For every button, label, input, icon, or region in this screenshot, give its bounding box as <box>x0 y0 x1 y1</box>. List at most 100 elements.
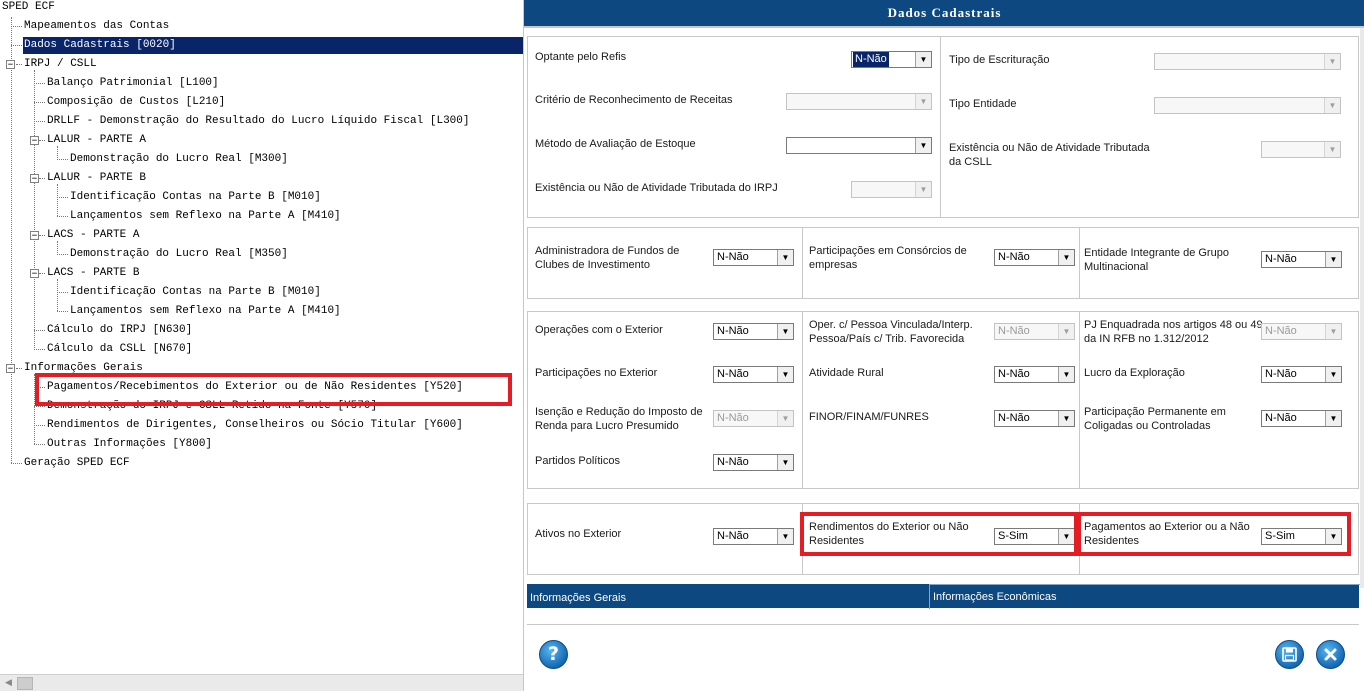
vertical-scrollbar[interactable] <box>1360 28 1364 588</box>
label-pj-enquadrada: PJ Enquadrada nos artigos 48 ou 49 da IN… <box>1084 319 1263 345</box>
scroll-left-arrow-icon[interactable]: ◀ <box>0 675 17 691</box>
tree-item-drllf[interactable]: DRLLF - Demonstração do Resultado do Luc… <box>47 113 469 130</box>
tab-bar: Informações Gerais Informações Econômica… <box>527 584 1360 609</box>
collapse-toggle-informacoes-gerais[interactable]: − <box>6 364 15 374</box>
tree-item-outras-informacoes[interactable]: Outras Informações [Y800] <box>47 436 212 453</box>
label-grupo-multinacional: Entidade Integrante de Grupo Multinacion… <box>1084 247 1229 273</box>
tree-item-contas-parte-b-lalur[interactable]: Identificação Contas na Parte B [M010] <box>70 189 321 206</box>
dropdown-arrow-icon[interactable]: ▼ <box>1324 54 1340 69</box>
select-grupo-multinacional[interactable]: N-Não ▼ <box>1261 251 1342 268</box>
dropdown-arrow-icon[interactable]: ▼ <box>1324 142 1340 157</box>
select-lucro-exploracao[interactable]: N-Não ▼ <box>1261 366 1342 383</box>
tree-line <box>57 216 68 217</box>
tree-item-lalur-parte-a[interactable]: LALUR - PARTE A <box>47 132 146 149</box>
dropdown-arrow-icon[interactable]: ▼ <box>1325 252 1341 267</box>
scroll-thumb[interactable] <box>17 677 33 690</box>
tree-item-lacs-parte-b[interactable]: LACS - PARTE B <box>47 265 139 282</box>
collapse-toggle-lacs-b[interactable]: − <box>30 269 39 279</box>
label-lucro-exploracao: Lucro da Exploração <box>1084 367 1185 379</box>
dropdown-arrow-icon[interactable]: ▼ <box>777 411 793 426</box>
select-atividade-rural[interactable]: N-Não ▼ <box>994 366 1075 383</box>
tree-item-lalur-parte-b[interactable]: LALUR - PARTE B <box>47 170 146 187</box>
tree-item-lancamentos-lacs[interactable]: Lançamentos sem Reflexo na Parte A [M410… <box>70 303 341 320</box>
dropdown-arrow-icon[interactable]: ▼ <box>1325 411 1341 426</box>
tree-item-balanco[interactable]: Balanço Patrimonial [L100] <box>47 75 219 92</box>
dropdown-arrow-icon[interactable]: ▼ <box>915 94 931 109</box>
label-criterio-receitas: Critério de Reconhecimento de Receitas <box>535 94 733 106</box>
value-operacoes-exterior: N-Não <box>717 325 749 337</box>
dropdown-arrow-icon[interactable]: ▼ <box>1058 367 1074 382</box>
dropdown-arrow-icon[interactable]: ▼ <box>777 455 793 470</box>
select-finor[interactable]: N-Não ▼ <box>994 410 1075 427</box>
tree-item-lucro-real-m350[interactable]: Demonstração do Lucro Real [M350] <box>70 246 288 263</box>
dropdown-arrow-icon[interactable]: ▼ <box>1324 98 1340 113</box>
select-operacoes-exterior[interactable]: N-Não ▼ <box>713 323 794 340</box>
tree-item-lancamentos-lalur[interactable]: Lançamentos sem Reflexo na Parte A [M410… <box>70 208 341 225</box>
tree-item-composicao-custos[interactable]: Composição de Custos [L210] <box>47 94 225 111</box>
dropdown-arrow-icon[interactable]: ▼ <box>777 324 793 339</box>
dropdown-arrow-icon[interactable]: ▼ <box>1058 250 1074 265</box>
tree-item-lucro-real-m300[interactable]: Demonstração do Lucro Real [M300] <box>70 151 288 168</box>
dropdown-arrow-icon[interactable]: ▼ <box>915 182 931 197</box>
tree-item-calculo-csll[interactable]: Cálculo da CSLL [N670] <box>47 341 192 358</box>
tree-item-rendimentos-dirigentes[interactable]: Rendimentos de Dirigentes, Conselheiros … <box>47 417 463 434</box>
select-pj-enquadrada[interactable]: N-Não ▼ <box>1261 323 1342 340</box>
collapse-toggle-lalur-b[interactable]: − <box>30 174 39 184</box>
label-partidos-politicos: Partidos Políticos <box>535 455 620 467</box>
tab-informacoes-economicas[interactable]: Informações Econômicas <box>929 584 1360 609</box>
tab-informacoes-gerais[interactable]: Informações Gerais <box>527 584 929 608</box>
select-criterio-receitas[interactable]: ▼ <box>786 93 932 110</box>
select-pessoa-vinculada[interactable]: N-Não ▼ <box>994 323 1075 340</box>
select-ativos-exterior[interactable]: N-Não ▼ <box>713 528 794 545</box>
select-metodo-estoque[interactable]: ▼ <box>786 137 932 154</box>
tree-item-irpj-csll[interactable]: IRPJ / CSLL <box>24 56 97 73</box>
help-button[interactable]: ? <box>539 640 568 669</box>
select-atividade-irpj[interactable]: ▼ <box>851 181 932 198</box>
tree-line <box>11 17 12 463</box>
tree-root-sped-ecf[interactable]: SPED ECF <box>2 0 55 16</box>
tree-line <box>57 254 68 255</box>
tree-item-mapeamentos[interactable]: Mapeamentos das Contas <box>24 18 169 35</box>
dropdown-arrow-icon[interactable]: ▼ <box>777 250 793 265</box>
select-optante-refis[interactable]: N-Não ▼ <box>851 51 932 68</box>
dropdown-arrow-icon[interactable]: ▼ <box>1058 324 1074 339</box>
question-mark-icon: ? <box>547 643 560 665</box>
close-x-icon <box>1324 648 1337 661</box>
collapse-toggle-irpj-csll[interactable]: − <box>6 60 15 70</box>
tab-label: Informações Econômicas <box>933 591 1057 603</box>
select-atividade-csll[interactable]: ▼ <box>1261 141 1341 158</box>
value-lucro-exploracao: N-Não <box>1265 368 1297 380</box>
tree-line <box>39 235 45 236</box>
select-adm-fundos[interactable]: N-Não ▼ <box>713 249 794 266</box>
dropdown-arrow-icon[interactable]: ▼ <box>1325 324 1341 339</box>
select-participacao-permanente[interactable]: N-Não ▼ <box>1261 410 1342 427</box>
select-tipo-escrituracao[interactable]: ▼ <box>1154 53 1341 70</box>
dropdown-arrow-icon[interactable]: ▼ <box>1058 411 1074 426</box>
dropdown-arrow-icon[interactable]: ▼ <box>1325 367 1341 382</box>
select-participacoes-exterior[interactable]: N-Não ▼ <box>713 366 794 383</box>
collapse-toggle-lalur-a[interactable]: − <box>30 136 39 146</box>
tree-item-calculo-irpj[interactable]: Cálculo do IRPJ [N630] <box>47 322 192 339</box>
label-tipo-entidade: Tipo Entidade <box>949 98 1017 110</box>
horizontal-scrollbar[interactable]: ◀ <box>0 674 523 691</box>
tree-line <box>39 140 45 141</box>
collapse-toggle-lacs-a[interactable]: − <box>30 231 39 241</box>
dropdown-arrow-icon[interactable]: ▼ <box>777 367 793 382</box>
select-consorcios[interactable]: N-Não ▼ <box>994 249 1075 266</box>
dropdown-arrow-icon[interactable]: ▼ <box>915 52 931 67</box>
label-ativos-exterior: Ativos no Exterior <box>535 528 622 540</box>
tree-item-geracao-sped[interactable]: Geração SPED ECF <box>24 455 130 472</box>
select-isencao-reducao[interactable]: N-Não ▼ <box>713 410 794 427</box>
dropdown-arrow-icon[interactable]: ▼ <box>777 529 793 544</box>
select-tipo-entidade[interactable]: ▼ <box>1154 97 1341 114</box>
save-button[interactable] <box>1275 640 1304 669</box>
tree-item-contas-parte-b-lacs[interactable]: Identificação Contas na Parte B [M010] <box>70 284 321 301</box>
value-grupo-multinacional: N-Não <box>1265 253 1297 265</box>
label-participacao-permanente: Participação Permanente em Coligadas ou … <box>1084 406 1226 432</box>
tree-item-lacs-parte-a[interactable]: LACS - PARTE A <box>47 227 139 244</box>
tree-line <box>39 273 45 274</box>
select-partidos-politicos[interactable]: N-Não ▼ <box>713 454 794 471</box>
close-button[interactable] <box>1316 640 1345 669</box>
dropdown-arrow-icon[interactable]: ▼ <box>915 138 931 153</box>
tree-item-dados-cadastrais[interactable]: Dados Cadastrais [0020] <box>23 37 523 54</box>
